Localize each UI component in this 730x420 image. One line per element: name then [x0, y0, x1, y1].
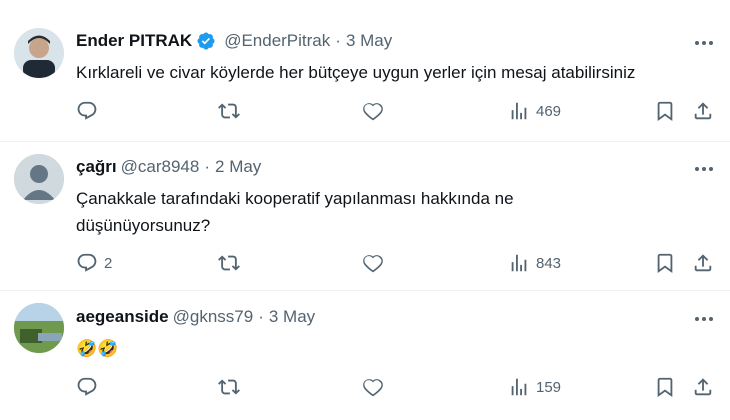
tweet-date[interactable]: 3 May	[269, 307, 315, 327]
views-chart-icon	[511, 102, 527, 120]
heart-icon	[363, 379, 383, 397]
avatar[interactable]	[14, 154, 64, 204]
tweet-3[interactable]: aegeanside @gknss79 · 3 May 🤣🤣 159	[0, 291, 730, 420]
bookmark-button[interactable]	[654, 251, 676, 275]
share-icon	[694, 102, 712, 120]
views-button[interactable]: 843	[508, 251, 561, 275]
action-bar: 159	[76, 375, 716, 399]
display-name[interactable]: aegeanside	[76, 307, 169, 327]
separator: ·	[335, 31, 341, 50]
retweet-icon	[218, 103, 240, 119]
bookmark-button[interactable]	[654, 375, 676, 399]
views-chart-icon	[511, 254, 527, 272]
avatar[interactable]	[14, 303, 64, 353]
views-button[interactable]: 159	[508, 375, 561, 399]
share-icon	[694, 378, 712, 396]
views-count: 843	[536, 254, 562, 272]
heart-icon	[363, 103, 383, 121]
action-bar: 2 843	[76, 251, 716, 275]
tweet-header: aegeanside @gknss79 · 3 May	[76, 307, 315, 327]
reply-icon	[77, 377, 97, 396]
user-handle[interactable]: @gknss79	[173, 307, 254, 327]
tweet-date[interactable]: 3 May	[346, 31, 392, 51]
tweet-text: Çanakkale tarafındaki kooperatif yapılan…	[76, 189, 514, 235]
views-count: 469	[536, 102, 562, 120]
separator: ·	[204, 157, 211, 176]
tweet-text: 🤣🤣	[76, 339, 119, 358]
reply-button[interactable]	[76, 99, 104, 123]
retweet-icon	[218, 255, 240, 271]
reply-button[interactable]	[76, 375, 104, 399]
bookmark-icon	[657, 101, 673, 122]
retweet-button[interactable]	[218, 251, 246, 275]
bookmark-icon	[657, 253, 673, 274]
more-dots-icon[interactable]	[692, 31, 716, 55]
tweet-2[interactable]: çağrı @car8948 · 2 May Çanakkale tarafın…	[0, 142, 730, 290]
user-handle[interactable]: @EnderPitrak	[224, 31, 330, 51]
more-dots-icon[interactable]	[692, 157, 716, 181]
separator: ·	[258, 307, 264, 326]
views-button[interactable]: 469	[508, 99, 561, 123]
reply-count: 2	[104, 254, 113, 272]
retweet-button[interactable]	[218, 375, 246, 399]
share-button[interactable]	[692, 375, 714, 399]
tweet-header: çağrı @car8948 · 2 May	[76, 157, 261, 177]
reply-icon	[77, 253, 97, 272]
heart-icon	[363, 255, 383, 273]
retweet-button[interactable]	[218, 99, 246, 123]
views-chart-icon	[511, 378, 527, 396]
bookmark-icon	[657, 377, 673, 398]
share-icon	[694, 254, 712, 272]
reply-icon	[77, 101, 97, 120]
tweet-1[interactable]: Ender PITRAK @EnderPitrak · 3 May Kırkla…	[0, 0, 730, 141]
user-handle[interactable]: @car8948	[121, 157, 200, 177]
like-button[interactable]	[362, 251, 390, 275]
share-button[interactable]	[692, 251, 714, 275]
action-bar: 469	[76, 99, 716, 123]
like-button[interactable]	[362, 99, 390, 123]
more-dots-icon[interactable]	[692, 307, 716, 331]
display-name[interactable]: çağrı	[76, 157, 117, 177]
tweet-header: Ender PITRAK @EnderPitrak · 3 May	[76, 31, 392, 51]
display-name[interactable]: Ender PITRAK	[76, 31, 192, 51]
avatar[interactable]	[14, 28, 64, 78]
reply-button[interactable]: 2	[76, 251, 112, 275]
verified-badge-icon	[196, 31, 216, 51]
views-count: 159	[536, 378, 562, 396]
tweet-date[interactable]: 2 May	[215, 157, 261, 177]
retweet-icon	[218, 379, 240, 395]
share-button[interactable]	[692, 99, 714, 123]
like-button[interactable]	[362, 375, 390, 399]
bookmark-button[interactable]	[654, 99, 676, 123]
tweet-text: Kırklareli ve civar köylerde her bütçeye…	[76, 63, 636, 82]
